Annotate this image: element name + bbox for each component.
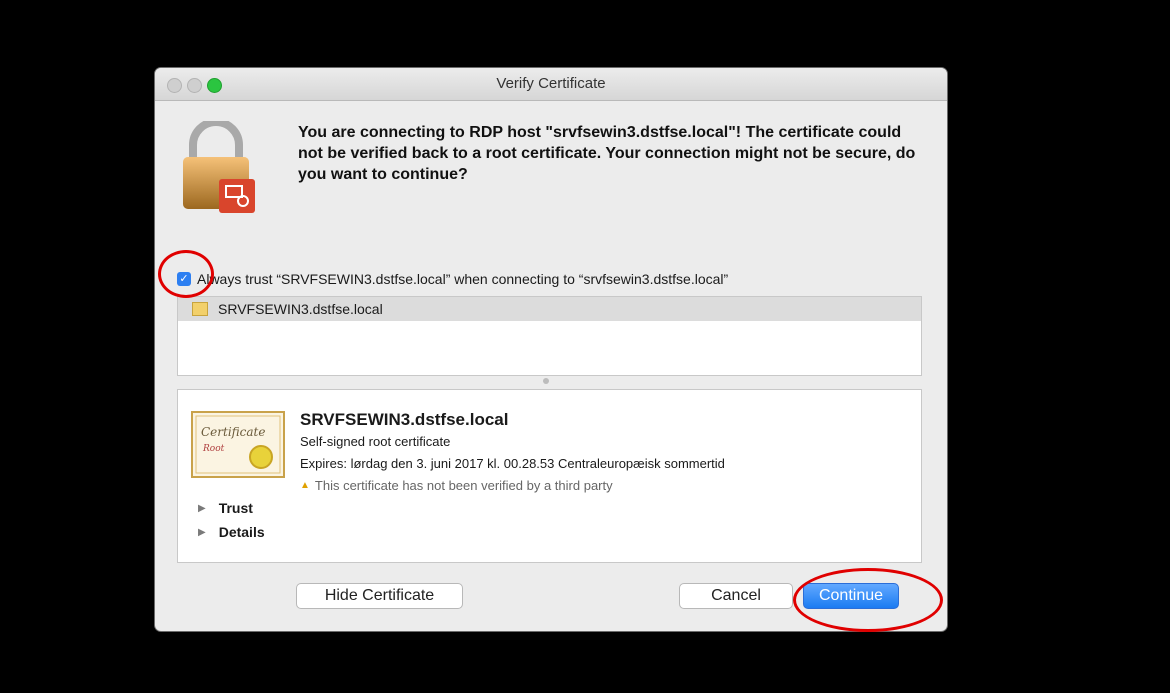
always-trust-row[interactable]: ✓ Always trust “SRVFSEWIN3.dstfse.local”…	[177, 271, 728, 287]
splitter-handle[interactable]	[543, 378, 549, 384]
list-item-label: SRVFSEWIN3.dstfse.local	[218, 301, 383, 317]
cancel-button[interactable]: Cancel	[679, 583, 793, 609]
certificate-expiry: Expires: lørdag den 3. juni 2017 kl. 00.…	[300, 456, 725, 471]
disclosure-triangle-icon[interactable]: ▶	[198, 527, 206, 538]
disclosure-triangle-icon[interactable]: ▶	[198, 503, 206, 514]
warning-message: You are connecting to RDP host "srvfsewi…	[298, 124, 916, 183]
certificate-icon	[192, 302, 208, 316]
details-section-label: Details	[218, 524, 265, 540]
certificate-icon: Certificate Root	[191, 411, 285, 478]
window-title: Verify Certificate	[496, 75, 606, 92]
trust-disclosure[interactable]: ▶ Trust	[198, 500, 253, 516]
list-item[interactable]: SRVFSEWIN3.dstfse.local	[178, 297, 921, 321]
certificate-list[interactable]: SRVFSEWIN3.dstfse.local	[177, 296, 922, 376]
verify-certificate-dialog: Verify Certificate You are connecting to…	[155, 68, 947, 631]
pane-splitter[interactable]	[177, 375, 922, 387]
certificate-warning: ▲ This certificate has not been verified…	[300, 478, 613, 493]
annotation-circle-continue	[793, 568, 943, 632]
certificate-type: Self-signed root certificate	[300, 434, 451, 449]
warning-icon: ▲	[300, 480, 310, 491]
titlebar: Verify Certificate	[155, 68, 947, 101]
certificate-details-panel: Certificate Root SRVFSEWIN3.dstfse.local…	[177, 389, 922, 563]
hide-certificate-button[interactable]: Hide Certificate	[296, 583, 463, 609]
annotation-circle-checkbox	[158, 250, 214, 298]
details-disclosure[interactable]: ▶ Details	[198, 524, 265, 540]
certificate-name: SRVFSEWIN3.dstfse.local	[300, 410, 509, 429]
certificate-image-title: Certificate	[201, 425, 265, 439]
remote-desktop-icon	[219, 179, 255, 213]
always-trust-label: Always trust “SRVFSEWIN3.dstfse.local” w…	[197, 271, 729, 287]
certificate-image-subtitle: Root	[202, 444, 225, 454]
certificate-warning-text: This certificate has not been verified b…	[314, 478, 613, 493]
trust-section-label: Trust	[218, 500, 253, 516]
lock-icon	[183, 121, 255, 213]
